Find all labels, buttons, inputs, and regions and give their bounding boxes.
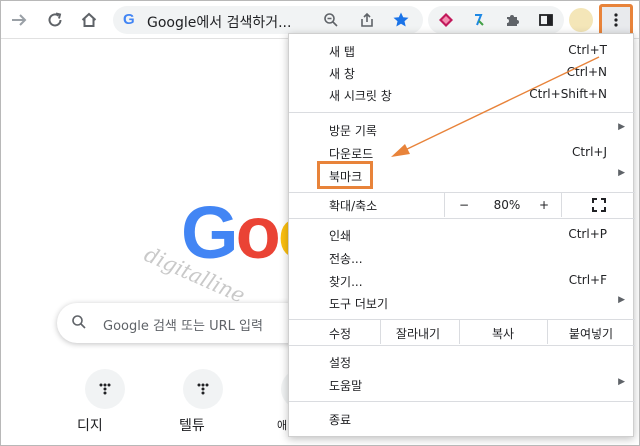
browser-window: G Google에서 검색하거... Go digitalline Google… (0, 0, 640, 446)
annotation-arrow (391, 56, 600, 157)
